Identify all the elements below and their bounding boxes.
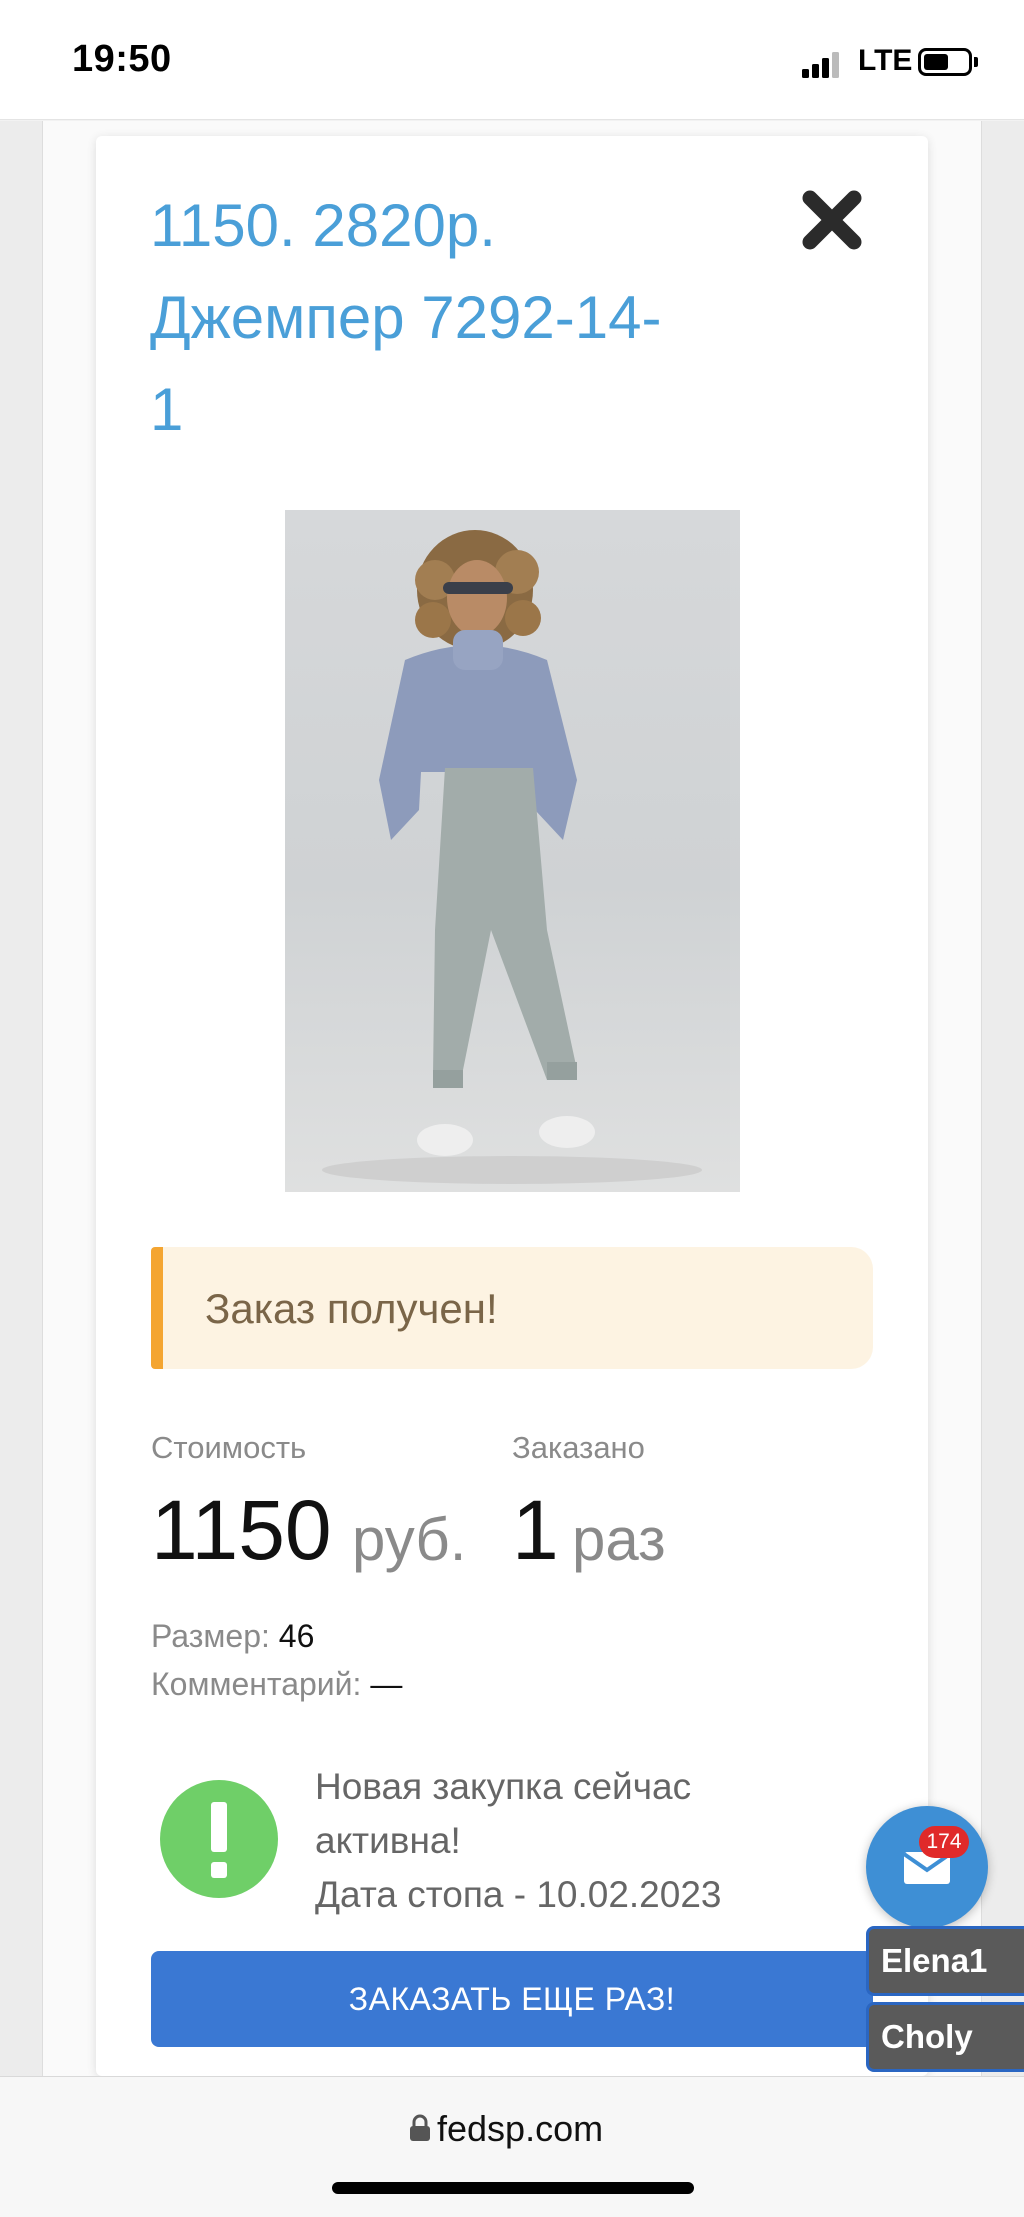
- close-button[interactable]: [800, 188, 864, 252]
- size-value: 46: [278, 1618, 315, 1654]
- size-line: Размер: 46: [151, 1618, 314, 1655]
- mail-icon: [902, 1852, 952, 1884]
- url-text[interactable]: fedsp.com: [437, 2108, 603, 2150]
- ordered-label: Заказано: [512, 1430, 645, 1465]
- signal-icon: [802, 50, 842, 78]
- product-title: 1150. 2820р. Джемпер 7292-14- 1: [150, 180, 750, 456]
- network-type: LTE: [858, 44, 913, 77]
- model-photo-illustration: [322, 530, 702, 1184]
- size-label: Размер:: [151, 1618, 270, 1654]
- alert-text: Заказ получен!: [205, 1285, 498, 1332]
- comment-line: Комментарий: —: [151, 1666, 402, 1703]
- order-again-button[interactable]: ЗАКАЗАТЬ ЕЩЕ РАЗ!: [151, 1951, 873, 2047]
- messages-button[interactable]: [866, 1806, 988, 1928]
- notice-line-1: Новая закупка сейчас: [315, 1766, 692, 1807]
- comment-value: —: [370, 1666, 403, 1702]
- battery-tip: [974, 57, 978, 67]
- notice-line-3: Дата стопа - 10.02.2023: [315, 1874, 722, 1915]
- price-label: Стоимость: [151, 1430, 307, 1465]
- chat-user-elena1[interactable]: Elena1: [866, 1926, 1024, 1996]
- chat-user-choly[interactable]: Choly: [866, 2002, 1024, 2072]
- home-indicator: [332, 2182, 694, 2194]
- lock-icon: [410, 2114, 430, 2141]
- ordered-value: 1: [512, 1483, 559, 1577]
- battery-icon: [918, 48, 972, 76]
- notice-line-2: активна!: [315, 1820, 461, 1861]
- title-line-2: Джемпер 7292-14-: [150, 284, 662, 351]
- ordered-unit: раз: [572, 1506, 666, 1573]
- price-value: 1150: [151, 1483, 332, 1577]
- status-time: 19:50: [72, 38, 172, 80]
- price-unit: руб.: [352, 1506, 467, 1573]
- title-line-1: 1150. 2820р.: [150, 192, 496, 259]
- close-icon: [802, 190, 862, 250]
- status-bar: 19:50 LTE: [0, 0, 1024, 120]
- product-image[interactable]: [285, 510, 740, 1192]
- unread-badge: 174: [919, 1826, 969, 1858]
- order-status-alert: Заказ получен!: [151, 1247, 873, 1369]
- exclamation-icon: [160, 1780, 278, 1898]
- comment-label: Комментарий:: [151, 1666, 362, 1702]
- title-line-3: 1: [150, 376, 184, 443]
